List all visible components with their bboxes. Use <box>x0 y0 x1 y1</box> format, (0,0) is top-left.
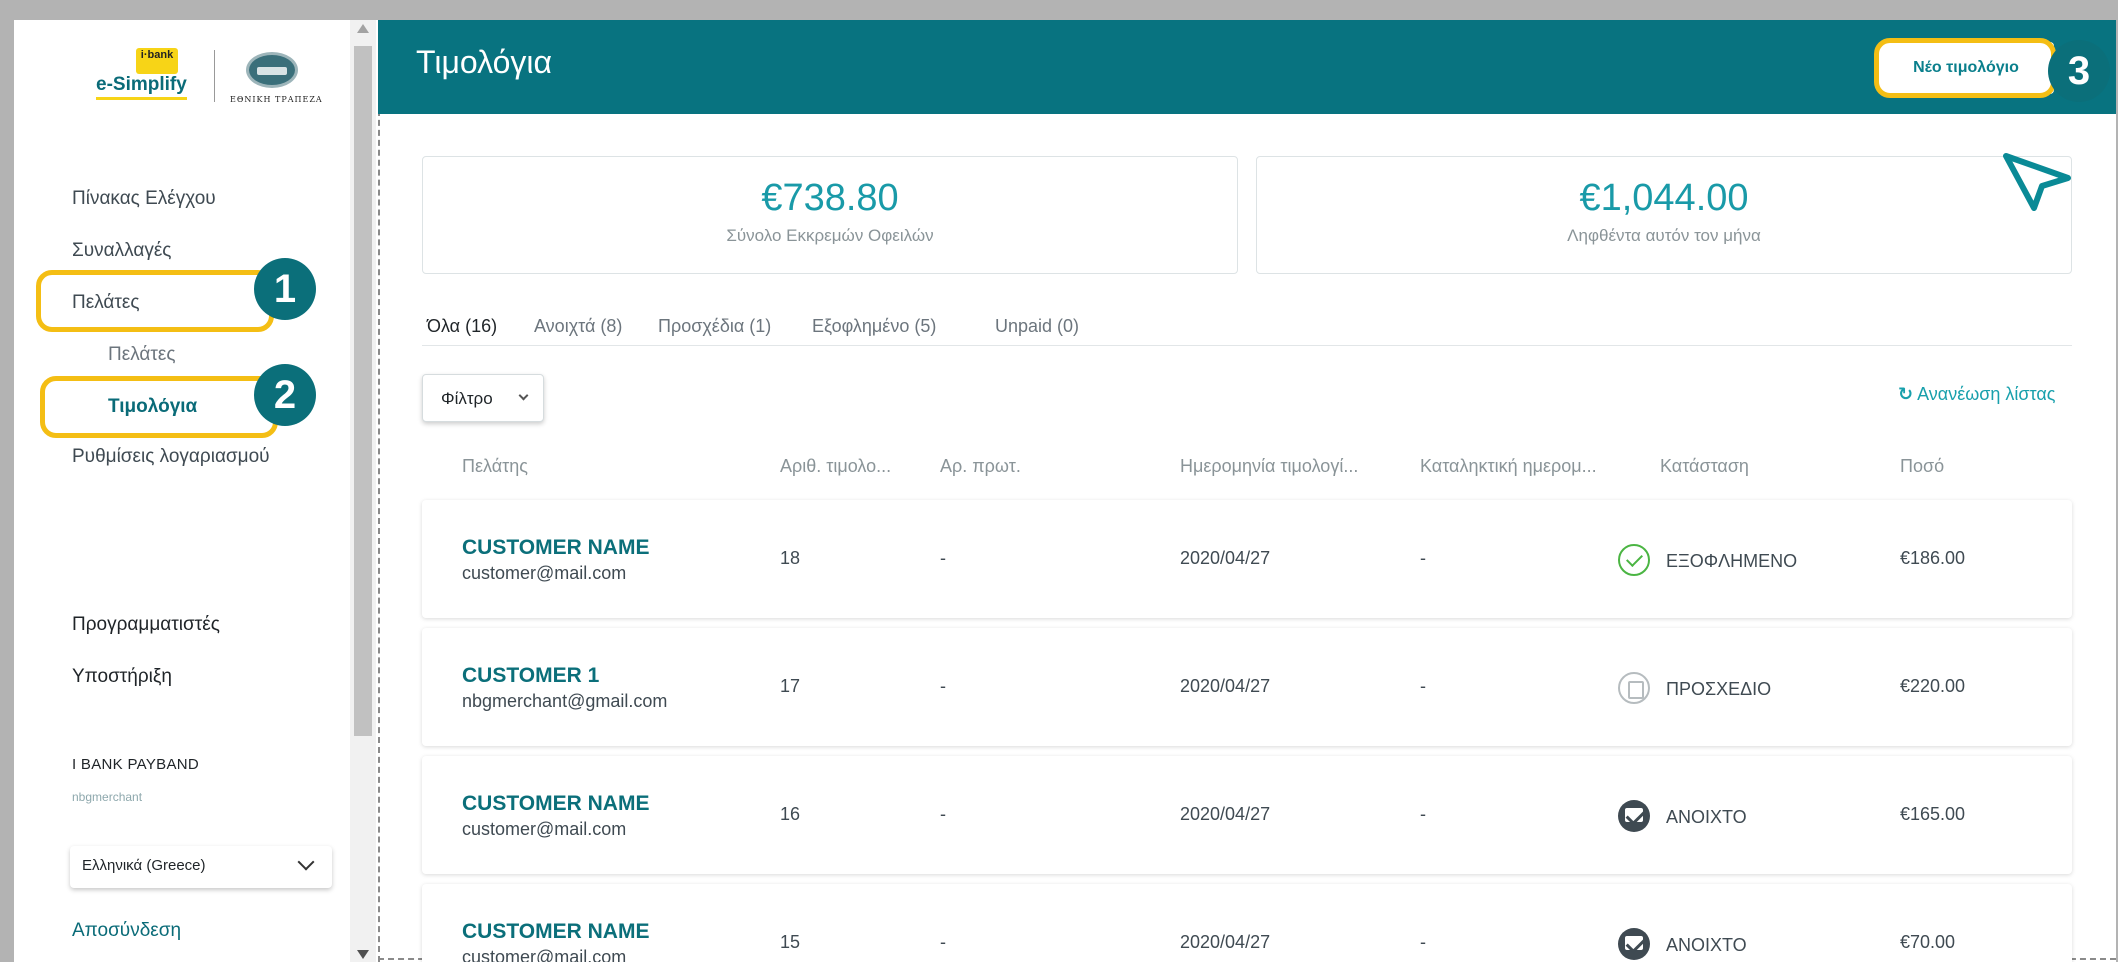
due-date: - <box>1420 548 1426 568</box>
received-value: €1,044.00 <box>1579 177 1749 219</box>
filter-button[interactable]: Φίλτρο <box>422 374 544 422</box>
bank-seal-icon <box>246 52 298 88</box>
refresh-list-link[interactable]: ↻ Ανανέωση λίστας <box>1898 384 2055 405</box>
ibank-badge: i·bank <box>136 48 178 74</box>
invoice-number: 15 <box>780 932 801 952</box>
page-title: Τιμολόγια <box>416 44 553 80</box>
chevron-down-icon <box>297 853 315 871</box>
protocol-number: - <box>940 676 946 696</box>
tab-all[interactable]: Όλα (16) <box>427 316 497 337</box>
account-username: nbgmerchant <box>72 790 143 804</box>
brand-logo[interactable]: i·bank e-Simplify ΕΘΝΙΚΗ ΤΡΑΠΕΖΑ <box>96 48 326 108</box>
tab-drafts[interactable]: Προσχέδια (1) <box>658 316 771 337</box>
sidebar-scrollbar[interactable] <box>350 20 376 962</box>
highlight-invoices <box>40 376 278 438</box>
table-row[interactable]: CUSTOMER 1 nbgmerchant@gmail.com 17 - 20… <box>422 628 2072 746</box>
column-header-invoice-number[interactable]: Αριθ. τιμολο... <box>780 456 891 477</box>
sidebar-item-dashboard[interactable]: Πίνακας Ελέγχου <box>72 188 216 210</box>
invoice-number: 17 <box>780 676 801 696</box>
customer-email: customer@mail.com <box>462 563 627 583</box>
invoice-amount: €70.00 <box>1900 932 1956 952</box>
open-envelope-icon <box>1618 800 1650 832</box>
dashed-separator <box>378 100 380 962</box>
invoice-date: 2020/04/27 <box>1180 548 1271 568</box>
open-envelope-icon <box>1618 928 1650 960</box>
outstanding-value: €738.80 <box>761 177 899 219</box>
invoice-number: 18 <box>780 548 801 568</box>
customer-name[interactable]: CUSTOMER NAME <box>462 920 649 944</box>
scroll-up-arrow-icon[interactable] <box>357 24 369 33</box>
invoice-number: 16 <box>780 804 801 824</box>
status-text: ΑΝΟΙΧΤΟ <box>1666 807 1747 827</box>
product-name: e-Simplify <box>96 74 187 100</box>
app-window: i·bank e-Simplify ΕΘΝΙΚΗ ΤΡΑΠΕΖΑ Πίνακας… <box>14 20 2116 962</box>
sidebar-item-support[interactable]: Υποστήριξη <box>72 666 172 688</box>
column-header-status[interactable]: Κατάσταση <box>1660 456 1749 477</box>
table-row[interactable]: CUSTOMER NAME customer@mail.com 16 - 202… <box>422 756 2072 874</box>
table-row[interactable]: CUSTOMER NAME customer@mail.com 15 - 202… <box>422 884 2072 962</box>
column-header-customer[interactable]: Πελάτης <box>462 456 528 477</box>
outstanding-card: €738.80 Σύνολο Εκκρεμών Οφειλών <box>422 156 1238 274</box>
refresh-icon: ↻ <box>1898 384 1914 404</box>
page-header: Τιμολόγια Νέο τιμολόγιο <box>378 20 2116 114</box>
customer-email: customer@mail.com <box>462 819 627 839</box>
highlight-customers <box>36 270 274 332</box>
protocol-number: - <box>940 932 946 952</box>
logo-divider <box>214 50 215 102</box>
status-text: ΑΝΟΙΧΤΟ <box>1666 935 1747 955</box>
language-select[interactable]: Ελληνικά (Greece) <box>70 846 332 888</box>
status-text: ΠΡΟΣΧΕΔΙΟ <box>1666 679 1772 699</box>
column-header-due-date[interactable]: Καταληκτική ημερομ... <box>1420 456 1597 477</box>
sidebar-item-developers[interactable]: Προγραμματιστές <box>72 614 220 636</box>
invoice-date: 2020/04/27 <box>1180 932 1271 952</box>
highlight-new-invoice <box>1874 38 2056 98</box>
sidebar-subitem-customers[interactable]: Πελάτες <box>108 344 176 366</box>
invoice-amount: €220.00 <box>1900 676 1966 696</box>
column-header-protocol-number[interactable]: Αρ. πρωτ. <box>940 456 1021 477</box>
sidebar-item-account-settings[interactable]: Ρυθμίσεις λογαριασμού <box>72 446 270 468</box>
tab-open[interactable]: Ανοιχτά (8) <box>534 316 622 337</box>
customer-email: customer@mail.com <box>462 947 627 962</box>
outstanding-label: Σύνολο Εκκρεμών Οφειλών <box>726 226 934 245</box>
due-date: - <box>1420 932 1426 952</box>
scroll-thumb[interactable] <box>354 46 372 736</box>
received-label: Ληφθέντα αυτόν τον μήνα <box>1567 226 1761 245</box>
customer-email: nbgmerchant@gmail.com <box>462 691 668 711</box>
chevron-down-icon <box>518 390 529 401</box>
invoice-amount: €165.00 <box>1900 804 1966 824</box>
bank-name: ΕΘΝΙΚΗ ΤΡΑΠΕΖΑ <box>230 95 323 104</box>
tab-paid[interactable]: Εξοφλημένο (5) <box>812 316 936 337</box>
refresh-label: Ανανέωση λίστας <box>1917 384 2056 404</box>
due-date: - <box>1420 804 1426 824</box>
step-badge-1: 1 <box>254 258 316 320</box>
status-text: ΕΞΟΦΛΗΜΕΝΟ <box>1666 551 1798 571</box>
invoice-date: 2020/04/27 <box>1180 676 1271 696</box>
column-header-amount[interactable]: Ποσό <box>1900 456 1944 477</box>
invoice-amount: €186.00 <box>1900 548 1966 568</box>
sidebar: i·bank e-Simplify ΕΘΝΙΚΗ ΤΡΑΠΕΖΑ Πίνακας… <box>14 20 350 962</box>
invoice-date: 2020/04/27 <box>1180 804 1271 824</box>
step-badge-3: 3 <box>2048 40 2110 102</box>
step-badge-2: 2 <box>254 364 316 426</box>
check-circle-icon <box>1618 544 1650 576</box>
cursor-arrow-icon <box>2003 153 2071 211</box>
scroll-down-arrow-icon[interactable] <box>357 950 369 959</box>
language-value: Ελληνικά (Greece) <box>82 857 206 874</box>
table-row[interactable]: CUSTOMER NAME customer@mail.com 18 - 202… <box>422 500 2072 618</box>
tab-unpaid[interactable]: Unpaid (0) <box>995 316 1079 337</box>
received-card: €1,044.00 Ληφθέντα αυτόν τον μήνα <box>1256 156 2072 274</box>
filter-label: Φίλτρο <box>441 389 493 408</box>
customer-name[interactable]: CUSTOMER 1 <box>462 664 599 688</box>
invoice-tabs: Όλα (16) Ανοιχτά (8) Προσχέδια (1) Εξοφλ… <box>422 298 2072 346</box>
due-date: - <box>1420 676 1426 696</box>
protocol-number: - <box>940 804 946 824</box>
customer-name[interactable]: CUSTOMER NAME <box>462 536 649 560</box>
protocol-number: - <box>940 548 946 568</box>
draft-doc-icon <box>1618 672 1650 704</box>
customer-name[interactable]: CUSTOMER NAME <box>462 792 649 816</box>
account-name: I BANK PAYBAND <box>72 756 200 773</box>
sidebar-item-transactions[interactable]: Συναλλαγές <box>72 240 171 262</box>
column-header-invoice-date[interactable]: Ημερομηνία τιμολογί... <box>1180 456 1358 477</box>
logout-link[interactable]: Αποσύνδεση <box>72 920 181 942</box>
